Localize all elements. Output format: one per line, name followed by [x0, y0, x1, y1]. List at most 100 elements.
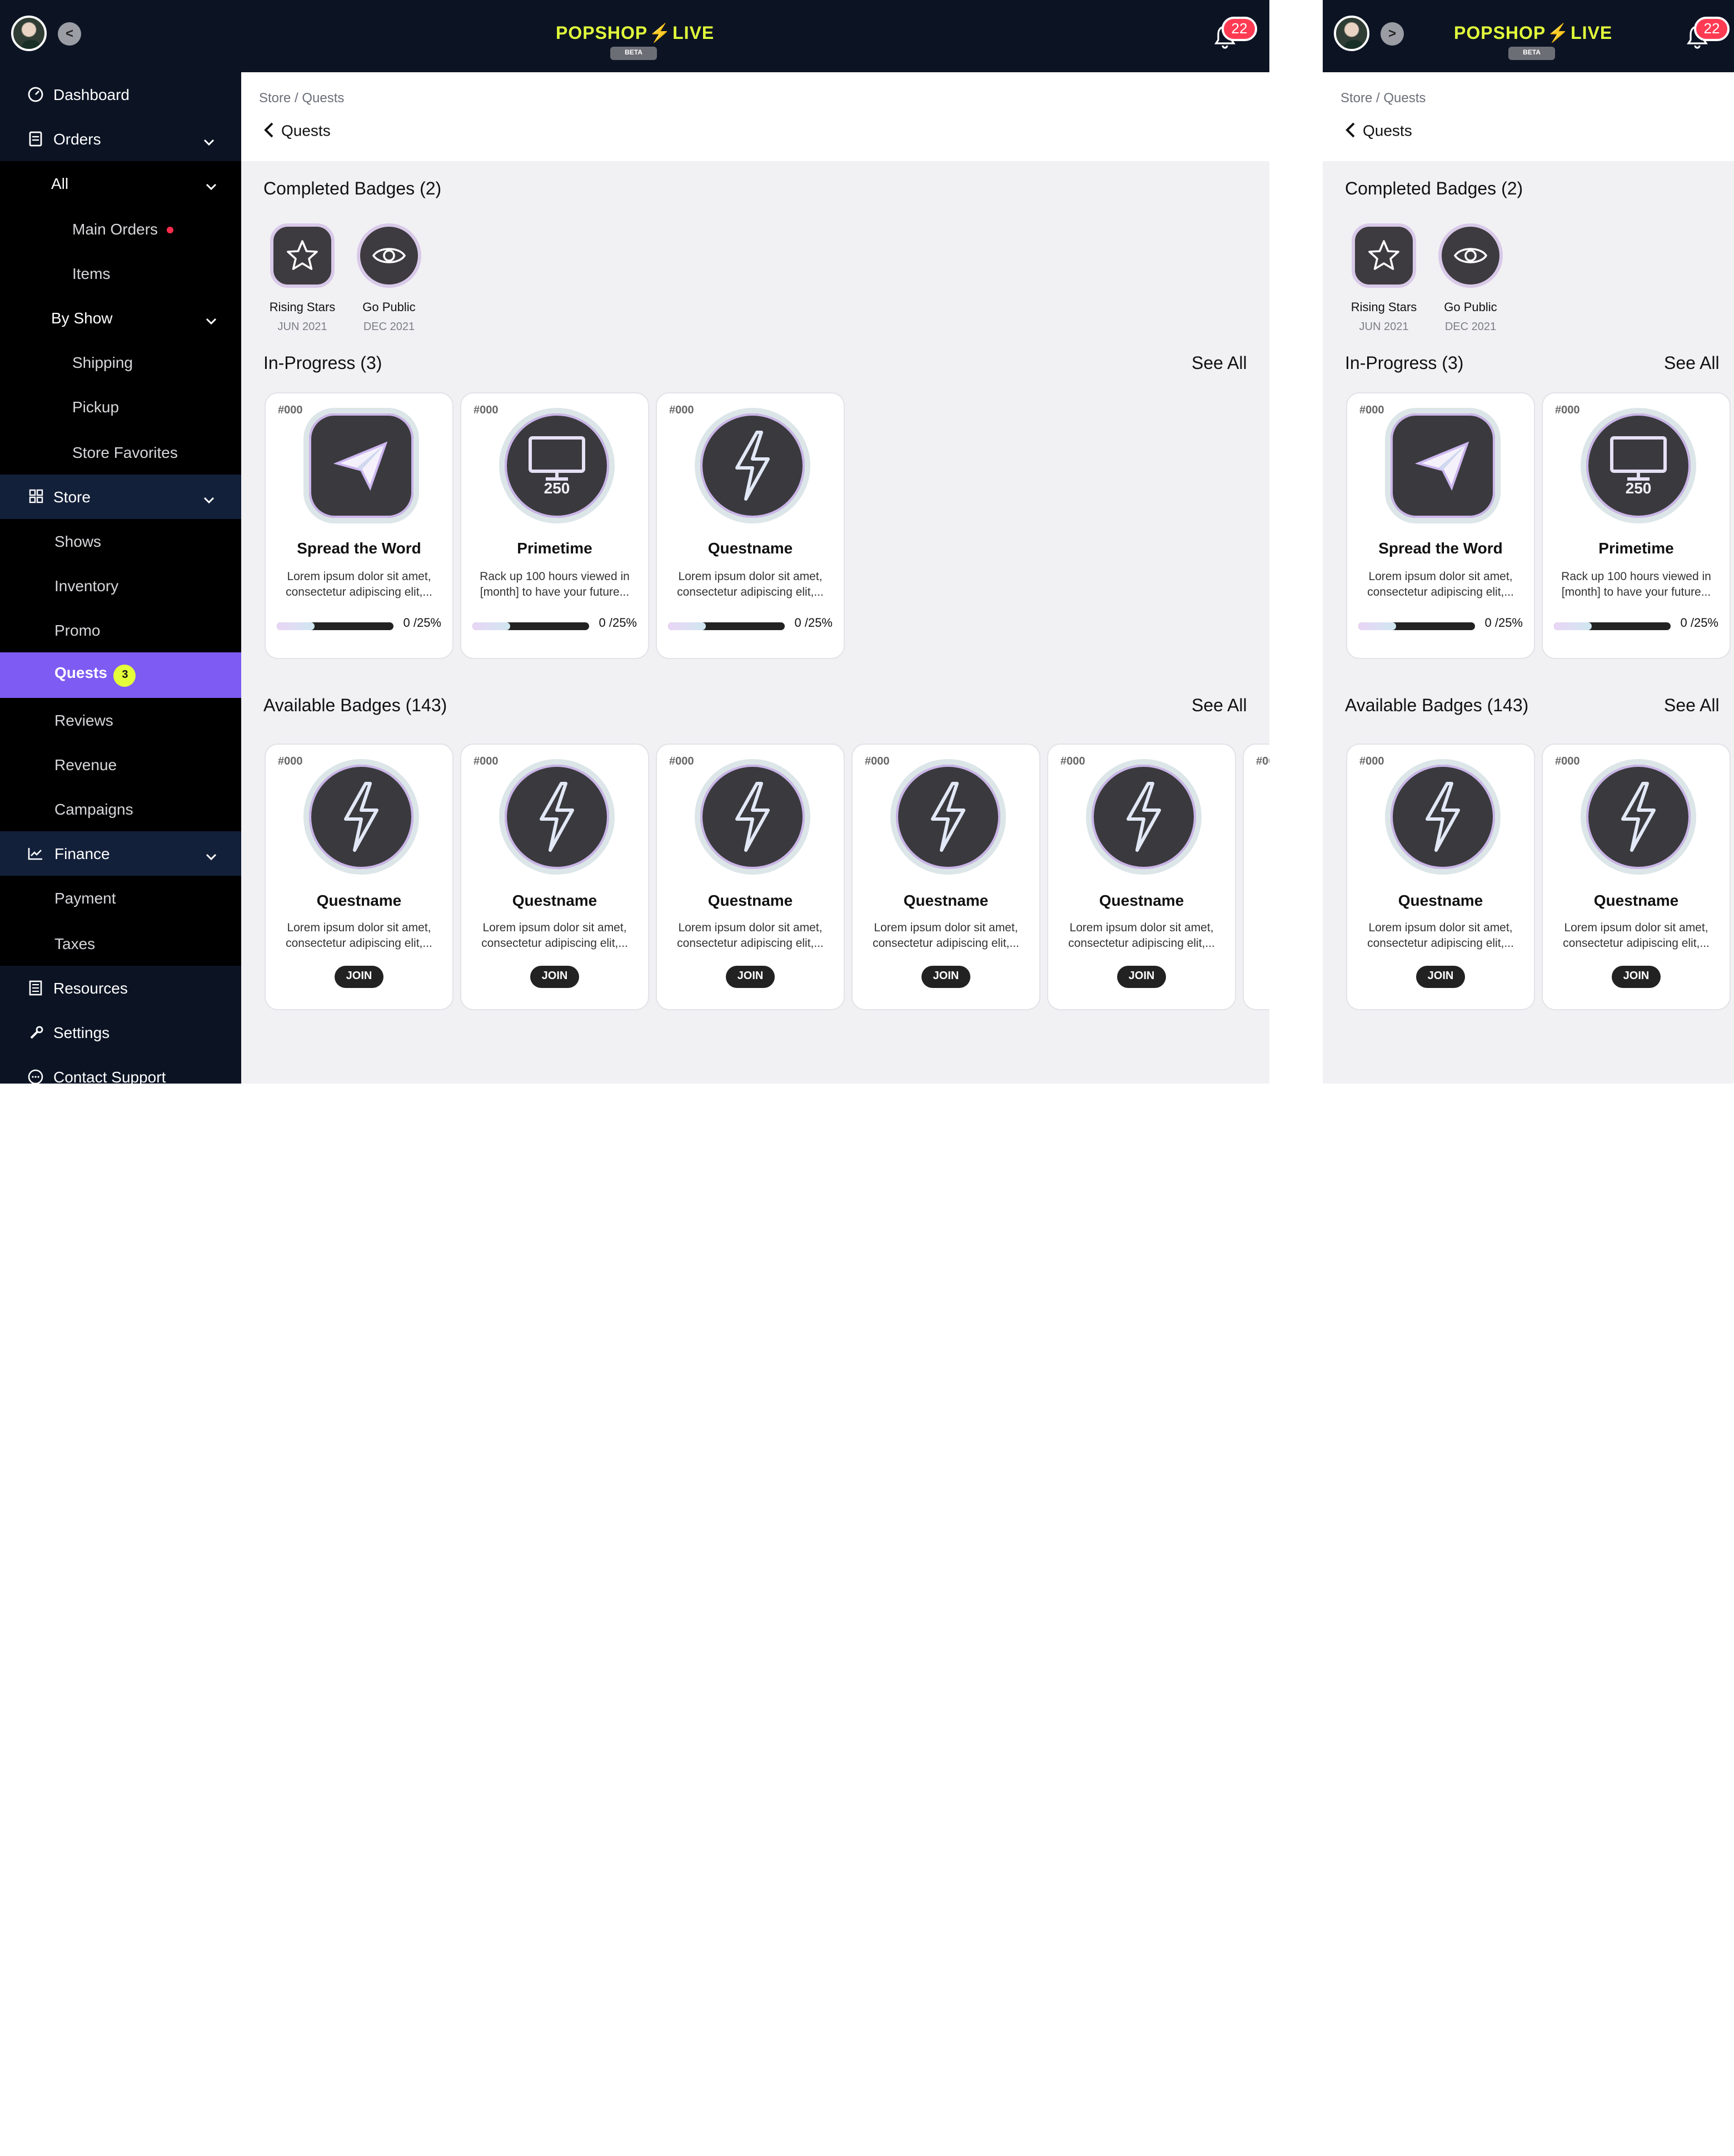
sidebar-item-finance[interactable]: Finance: [0, 831, 241, 876]
sidebar-item-quests[interactable]: Quests 3: [0, 652, 241, 698]
available-see-all-link[interactable]: See All: [1192, 697, 1247, 717]
sidebar-item-promo[interactable]: Promo: [0, 608, 241, 653]
sidebar-item-shows[interactable]: Shows: [0, 518, 241, 564]
brand-logo: POPSHOP ⚡ LIVE: [556, 22, 714, 44]
notification-count-badge[interactable]: 22: [1694, 17, 1730, 41]
quest-description: Lorem ipsum dolor sit amet, consectetur …: [1259, 920, 1269, 951]
back-button[interactable]: Quests: [263, 120, 331, 139]
chat-icon: [28, 1069, 43, 1084]
sidebar-item-resources[interactable]: Resources: [0, 966, 241, 1010]
back-button[interactable]: Quests: [1345, 120, 1412, 139]
available-badges-title: Available Badges (143): [263, 697, 447, 716]
join-button[interactable]: JOIN: [1612, 966, 1661, 988]
expand-sidebar-button[interactable]: >: [1381, 22, 1404, 46]
available-card[interactable]: #000 Questname Lorem ipsum dolor sit ame…: [265, 743, 454, 1010]
top-bar: POPSHOP ⚡ LIVE BETA 22: [241, 0, 1269, 72]
quest-number: #000: [1359, 756, 1384, 768]
breadcrumb[interactable]: Store / Quests: [259, 90, 344, 106]
progress-fill: [1358, 622, 1396, 630]
available-card[interactable]: #000 Questname Lorem ipsum dolor sit ame…: [851, 743, 1040, 1010]
quest-card-primetime[interactable]: #000 250 Primetime Rack up 100 hours vie…: [1542, 392, 1731, 659]
join-button[interactable]: JOIN: [1416, 966, 1465, 988]
quest-title: Questname: [707, 891, 793, 909]
quest-progress-bar: [1358, 622, 1475, 630]
quest-card-spread-the-word[interactable]: #000 Spread the Word Lorem ipsum dolor s…: [265, 392, 454, 659]
quest-card-primetime[interactable]: #000 250 Primetime Rack up 100 hours vie…: [460, 392, 649, 659]
sidebar-item-shipping[interactable]: Shipping: [0, 340, 241, 385]
eye-icon: [1453, 248, 1488, 263]
medal-number: 250: [1625, 479, 1652, 497]
go-public-badge[interactable]: [357, 223, 421, 288]
sidebar-item-by-show[interactable]: By Show: [0, 295, 241, 341]
sidebar-item-label: Shows: [54, 532, 102, 550]
page-header: Store / Quests Quests: [1323, 72, 1734, 161]
available-card[interactable]: #000 Questname Lorem ipsum dolor sit ame…: [1047, 743, 1236, 1010]
quest-card-spread-the-word[interactable]: #000 Spread the Word Lorem ipsum dolor s…: [1346, 392, 1535, 659]
in-progress-see-all-link[interactable]: See All: [1664, 355, 1720, 375]
logo-text-right: LIVE: [1571, 24, 1613, 43]
sidebar-item-dashboard[interactable]: Dashboard: [0, 72, 241, 117]
sidebar-item-reviews[interactable]: Reviews: [0, 697, 241, 742]
narrow-view: > POPSHOP ⚡ LIVE BETA 22 Store / Quests Qu…: [1323, 0, 1734, 2156]
available-card[interactable]: #000 Questname Lorem ipsum dolor sit ame…: [460, 743, 649, 1010]
sidebar-item-label: Quests: [54, 663, 107, 682]
sidebar-item-store[interactable]: Store: [0, 474, 241, 519]
rising-stars-badge[interactable]: [270, 223, 335, 288]
avatar[interactable]: [11, 16, 47, 51]
rising-stars-badge[interactable]: [1352, 223, 1416, 288]
sidebar-item-pickup[interactable]: Pickup: [0, 385, 241, 430]
sidebar-item-all[interactable]: All: [0, 161, 241, 207]
go-public-badge[interactable]: [1438, 223, 1503, 288]
quest-description: Lorem ipsum dolor sit amet, consectetur …: [481, 921, 628, 950]
completed-badges-title: Completed Badges (2): [1345, 180, 1523, 199]
quest-number: #000: [278, 405, 303, 417]
sidebar-item-taxes[interactable]: Taxes: [0, 921, 241, 966]
eye-icon: [372, 248, 406, 263]
breadcrumb[interactable]: Store / Quests: [1341, 90, 1426, 106]
medal-number: 250: [544, 479, 570, 497]
quest-description: Rack up 100 hours viewed in [month] to h…: [480, 570, 630, 599]
join-button[interactable]: JOIN: [530, 966, 579, 988]
quest-description: Rack up 100 hours viewed in [month] to h…: [1561, 570, 1711, 599]
available-card[interactable]: #000 Questname Lorem ipsum dolor sit ame…: [1346, 743, 1535, 1010]
available-card[interactable]: #000 Questname Lorem ipsum dolor sit ame…: [656, 743, 845, 1010]
join-button[interactable]: JOIN: [1117, 966, 1166, 988]
sidebar-item-revenue[interactable]: Revenue: [0, 742, 241, 787]
quest-title: Questname: [903, 891, 989, 909]
sidebar-item-orders[interactable]: Orders: [0, 117, 241, 161]
quest-number: #000: [669, 405, 694, 417]
join-button[interactable]: JOIN: [726, 966, 775, 988]
sidebar-header: <: [0, 0, 241, 72]
available-card[interactable]: #000 Questname Lorem ipsum dolor sit ame…: [1542, 743, 1731, 1010]
star-icon: [287, 240, 318, 270]
quest-description: Lorem ipsum dolor sit amet, consectetur …: [1367, 570, 1514, 599]
sidebar-item-label: Inventory: [54, 577, 119, 595]
sidebar-item-payment[interactable]: Payment: [0, 876, 241, 921]
quest-progress-bar: [277, 622, 393, 630]
lightning-icon: [1385, 759, 1501, 875]
available-card-partial[interactable]: #000 Lorem ipsum dolor sit amet, consect…: [1243, 743, 1269, 1010]
sidebar-item-store-favorites[interactable]: Store Favorites: [0, 430, 241, 475]
quest-title: Questname: [1099, 891, 1184, 909]
join-button[interactable]: JOIN: [921, 966, 970, 988]
sidebar-item-label: Campaigns: [54, 800, 133, 819]
avatar[interactable]: [1334, 16, 1369, 51]
progress-fill: [1554, 622, 1592, 630]
sidebar-item-settings[interactable]: Settings: [0, 1010, 241, 1055]
orders-icon: [28, 132, 43, 147]
quest-card-questname[interactable]: #000 Questname Lorem ipsum dolor sit ame…: [656, 392, 845, 659]
sidebar-item-inventory[interactable]: Inventory: [0, 563, 241, 608]
lightning-icon: [695, 759, 810, 875]
sidebar-item-items[interactable]: Items: [0, 251, 241, 296]
notification-count-badge[interactable]: 22: [1222, 17, 1257, 41]
in-progress-see-all-link[interactable]: See All: [1192, 355, 1247, 375]
join-button[interactable]: JOIN: [335, 966, 383, 988]
sidebar-item-label: Orders: [53, 130, 101, 148]
quest-description: Lorem ipsum dolor sit amet, consectetur …: [1068, 921, 1215, 950]
available-see-all-link[interactable]: See All: [1664, 697, 1720, 717]
sidebar-item-campaigns[interactable]: Campaigns: [0, 787, 241, 832]
sidebar-item-contact-support[interactable]: Contact Support: [0, 1055, 241, 1084]
collapse-sidebar-button[interactable]: <: [58, 22, 81, 46]
sidebar-item-main-orders[interactable]: Main Orders: [0, 206, 241, 251]
beta-badge: BETA: [610, 47, 657, 60]
